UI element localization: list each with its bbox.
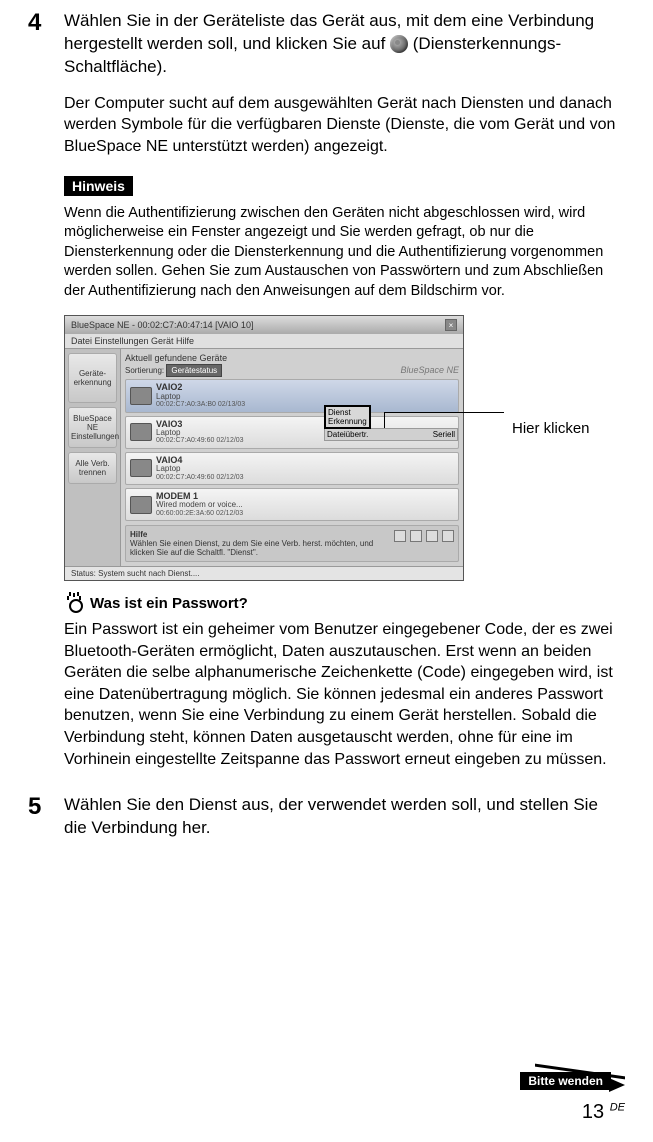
page-number: 13 DE <box>582 1101 625 1124</box>
sort-label: Sortierung: <box>125 366 164 375</box>
laptop-icon <box>130 423 152 441</box>
device-name: VAIO2 <box>156 383 454 392</box>
device-mac: 00:02:C7:A0:49:60 02/12/03 <box>156 474 454 481</box>
sidebar-disconnect-all[interactable]: Alle Verb. trennen <box>68 452 117 484</box>
lightbulb-icon <box>64 593 84 613</box>
menu-bar[interactable]: Datei Einstellungen Gerät Hilfe <box>65 334 463 349</box>
service-row: Dateiübertr. Seriell <box>324 428 458 441</box>
device-row-modem1[interactable]: MODEM 1 Wired modem or voice... 00:60:00… <box>125 488 459 521</box>
step-number: 5 <box>28 794 50 840</box>
service-icon[interactable] <box>394 530 406 542</box>
tip-body: Ein Passwort ist ein geheimer vom Benutz… <box>64 619 625 770</box>
hinweis-text: Wenn die Authentifizierung zwischen den … <box>64 204 625 302</box>
device-name: VAIO4 <box>156 456 454 465</box>
service-icon[interactable] <box>442 530 454 542</box>
sidebar-device-detect[interactable]: Geräte- erkennung <box>68 353 117 403</box>
device-type: Laptop <box>156 465 454 473</box>
main-panel: Aktuell gefundene Geräte Sortierung: Ger… <box>121 349 463 566</box>
callout-label: Hier klicken <box>512 420 590 437</box>
step-body: Wählen Sie den Dienst aus, der verwendet… <box>64 794 625 840</box>
device-mac: 00:60:00:2E:3A:60 02/12/03 <box>156 510 454 517</box>
service-detect-button[interactable]: Dienst Erkennung <box>324 405 371 429</box>
help-icons <box>394 530 454 557</box>
sidebar-settings[interactable]: BlueSpace NE Einstellungen <box>68 407 117 448</box>
arrow-icon <box>609 1078 625 1092</box>
tip-title: Was ist ein Passwort? <box>90 595 248 612</box>
sidebar: Geräte- erkennung BlueSpace NE Einstellu… <box>65 349 121 566</box>
step-description: Der Computer sucht auf dem ausgewählten … <box>64 93 625 158</box>
device-type: Laptop <box>156 393 454 401</box>
step-4: 4 Wählen Sie in der Geräteliste das Gerä… <box>28 10 625 158</box>
step-body: Wählen Sie in der Geräteliste das Gerät … <box>64 10 625 158</box>
window-title: BlueSpace NE - 00:02:C7:A0:47:14 [VAIO 1… <box>71 320 253 330</box>
screenshot-wrapper: BlueSpace NE - 00:02:C7:A0:47:14 [VAIO 1… <box>64 315 625 581</box>
status-bar: Status: System sucht nach Dienst.... <box>65 566 463 580</box>
sort-select[interactable]: Gerätestatus <box>166 364 222 377</box>
modem-icon <box>130 496 152 514</box>
found-devices-label: Aktuell gefundene Geräte <box>125 353 459 363</box>
window-content: Geräte- erkennung BlueSpace NE Einstellu… <box>65 349 463 566</box>
step-heading: Wählen Sie in der Geräteliste das Gerät … <box>64 10 625 79</box>
turn-page-badge: Bitte wenden <box>520 1072 625 1090</box>
laptop-icon <box>130 459 152 477</box>
file-transfer-button[interactable]: Dateiübertr. <box>327 430 368 439</box>
close-icon[interactable]: × <box>445 319 457 331</box>
step-heading: Wählen Sie den Dienst aus, der verwendet… <box>64 794 625 840</box>
sort-row: Sortierung: Gerätestatus BlueSpace NE <box>125 365 459 375</box>
page-num-value: 13 <box>582 1101 604 1123</box>
window-titlebar: BlueSpace NE - 00:02:C7:A0:47:14 [VAIO 1… <box>65 316 463 334</box>
step-5: 5 Wählen Sie den Dienst aus, der verwend… <box>28 794 625 840</box>
help-panel: Hilfe Wählen Sie einen Dienst, zu dem Si… <box>125 525 459 562</box>
tip-header: Was ist ein Passwort? <box>64 593 625 613</box>
brand-logo: BlueSpace NE <box>400 365 459 375</box>
step-number: 4 <box>28 10 50 158</box>
service-detect-icon <box>390 35 408 53</box>
service-icon[interactable] <box>426 530 438 542</box>
page-lang-suffix: DE <box>610 1101 625 1113</box>
service-buttons-panel: Dienst Erkennung Dateiübertr. Seriell <box>324 405 458 441</box>
app-window: BlueSpace NE - 00:02:C7:A0:47:14 [VAIO 1… <box>64 315 464 581</box>
serial-button[interactable]: Seriell <box>433 430 455 439</box>
hinweis-tag: Hinweis <box>64 176 133 196</box>
laptop-icon <box>130 387 152 405</box>
help-text: Wählen Sie einen Dienst, zu dem Sie eine… <box>130 539 388 557</box>
callout-line <box>384 412 504 413</box>
device-type: Wired modem or voice... <box>156 501 454 509</box>
hinweis-block: Hinweis Wenn die Authentifizierung zwisc… <box>64 176 625 302</box>
device-row-vaio4[interactable]: VAIO4 Laptop 00:02:C7:A0:49:60 02/12/03 <box>125 452 459 485</box>
help-title: Hilfe <box>130 530 388 539</box>
service-icon[interactable] <box>410 530 422 542</box>
